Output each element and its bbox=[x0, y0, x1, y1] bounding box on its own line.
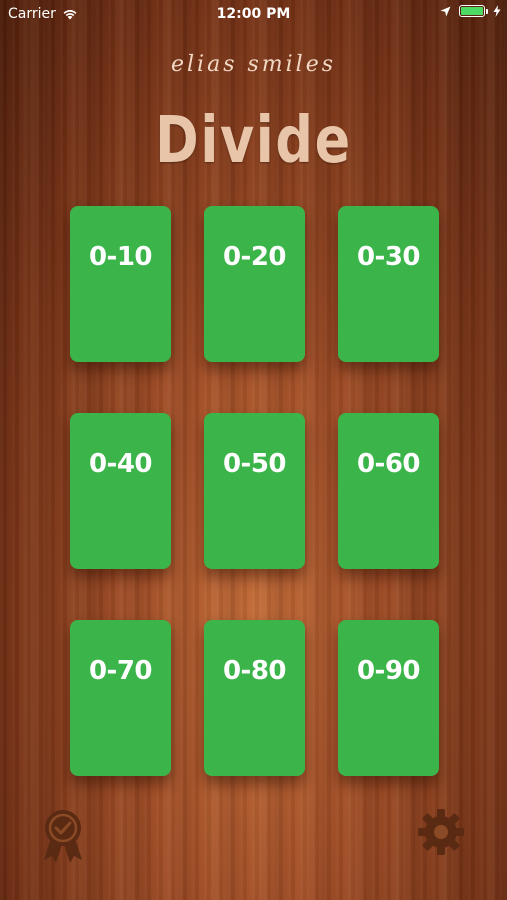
range-card-label: 0-70 bbox=[88, 656, 153, 686]
range-card-label: 0-60 bbox=[356, 449, 421, 479]
range-card-label: 0-30 bbox=[356, 242, 421, 272]
settings-button[interactable] bbox=[417, 808, 465, 856]
range-card-0-40[interactable]: 0-40 bbox=[70, 413, 171, 569]
range-card-label: 0-20 bbox=[222, 242, 287, 272]
range-card-label: 0-40 bbox=[88, 449, 153, 479]
charging-bolt-icon bbox=[493, 5, 501, 17]
status-bar: Carrier 12:00 PM bbox=[0, 0, 507, 27]
range-card-0-50[interactable]: 0-50 bbox=[204, 413, 305, 569]
award-ribbon-icon bbox=[44, 810, 82, 863]
clock: 12:00 PM bbox=[216, 6, 291, 22]
range-card-label: 0-80 bbox=[222, 656, 287, 686]
range-card-label: 0-10 bbox=[88, 242, 153, 272]
gear-icon bbox=[418, 809, 464, 855]
battery-icon bbox=[459, 5, 488, 17]
range-card-0-10[interactable]: 0-10 bbox=[70, 206, 171, 362]
page-title: Divide bbox=[155, 104, 352, 178]
range-card-0-60[interactable]: 0-60 bbox=[338, 413, 439, 569]
range-card-label: 0-50 bbox=[222, 449, 287, 479]
battery-fill bbox=[461, 7, 483, 15]
status-right-group bbox=[440, 5, 501, 17]
range-card-0-90[interactable]: 0-90 bbox=[338, 620, 439, 776]
range-card-0-20[interactable]: 0-20 bbox=[204, 206, 305, 362]
range-card-0-30[interactable]: 0-30 bbox=[338, 206, 439, 362]
range-grid: 0-10 0-20 0-30 0-40 0-50 0-60 0-70 0-80 … bbox=[70, 206, 439, 776]
location-arrow-icon bbox=[440, 6, 451, 16]
range-card-label: 0-90 bbox=[356, 656, 421, 686]
brand-logo-text: elias smiles bbox=[170, 52, 337, 77]
range-card-0-70[interactable]: 0-70 bbox=[70, 620, 171, 776]
range-card-0-80[interactable]: 0-80 bbox=[204, 620, 305, 776]
achievements-button[interactable] bbox=[40, 808, 86, 864]
